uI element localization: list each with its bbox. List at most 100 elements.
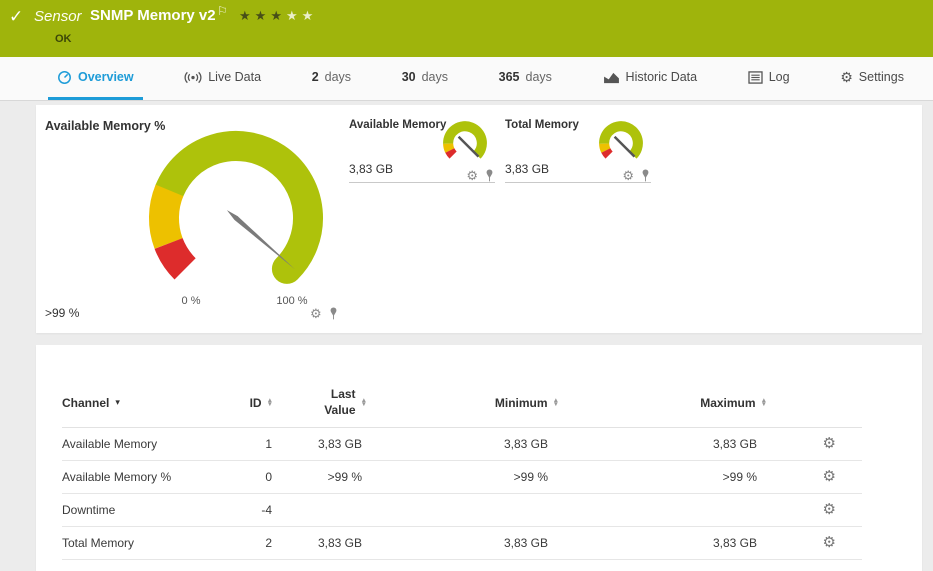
star-icon[interactable]: ★: [302, 8, 318, 23]
tab-365-days[interactable]: 365 days: [490, 57, 561, 100]
star-icon[interactable]: ★: [270, 8, 286, 23]
tab-log[interactable]: Log: [739, 57, 799, 100]
table-row: Total Memory 2 3,83 GB 3,83 GB 3,83 GB ⚙: [62, 526, 862, 559]
area-chart-icon: [603, 71, 620, 84]
tab-label: Historic Data: [626, 70, 698, 84]
channel-id: 1: [230, 427, 277, 460]
tab-30-days[interactable]: 30 days: [393, 57, 457, 100]
column-header-channel[interactable]: Channel: [62, 396, 109, 410]
tab-label: days: [325, 70, 351, 84]
caret-down-icon[interactable]: ▾: [115, 397, 120, 408]
tab-settings[interactable]: ⚙ Settings: [831, 57, 913, 100]
gauges-panel: Available Memory % 0 % 100 % >99 % ⚙ Ava…: [36, 105, 922, 333]
channel-minimum: 3,83 GB: [367, 427, 559, 460]
mini-gauge: [438, 115, 492, 169]
tab-2-days[interactable]: 2 days: [303, 57, 360, 100]
channel-last-value: >99 %: [277, 460, 367, 493]
channel-settings-icon[interactable]: ⚙: [823, 501, 836, 518]
channel-minimum: 3,83 GB: [367, 526, 559, 559]
status-check-icon: ✓: [9, 7, 23, 27]
channel-maximum: >99 %: [559, 460, 767, 493]
star-icon[interactable]: ★: [255, 8, 271, 23]
sensor-title: SNMP Memory v2: [90, 7, 216, 24]
log-list-icon: [748, 71, 763, 84]
column-header-id[interactable]: ID: [250, 396, 262, 410]
prtg-sensor-page: ✓ Sensor SNMP Memory v2 ⚐ ★★★★★ OK Overv…: [0, 0, 933, 571]
mini-gauge: [594, 115, 648, 169]
channel-settings-icon[interactable]: ⚙: [823, 435, 836, 452]
sort-icon[interactable]: ▲▼: [761, 399, 767, 407]
column-header-maximum[interactable]: Maximum: [700, 396, 755, 410]
main-gauge-actions: ⚙: [310, 307, 339, 320]
channel-last-value: 3,83 GB: [277, 427, 367, 460]
channel-minimum: >99 %: [367, 460, 559, 493]
sensor-header: ✓ Sensor SNMP Memory v2 ⚐ ★★★★★ OK: [0, 0, 933, 57]
column-header-last-value[interactable]: Last Value: [310, 387, 356, 418]
channel-name: Total Memory: [62, 526, 230, 559]
star-icon[interactable]: ★: [239, 8, 255, 23]
channel-id: 2: [230, 526, 277, 559]
mini-gauge-actions: ⚙: [466, 169, 495, 182]
channel-settings-icon[interactable]: ⚙: [823, 534, 836, 551]
tab-label: days: [526, 70, 552, 84]
table-row: Available Memory 1 3,83 GB 3,83 GB 3,83 …: [62, 427, 862, 460]
mini-gauge-value: 3,83 GB: [505, 162, 549, 176]
pin-icon[interactable]: [484, 169, 495, 182]
object-kind-label: Sensor: [34, 8, 82, 25]
channel-maximum: [559, 493, 767, 526]
star-icon[interactable]: ★: [286, 8, 302, 23]
main-gauge-min-label: 0 %: [169, 295, 213, 307]
mini-gauge-title: Available Memory: [349, 119, 446, 131]
tab-number: 2: [312, 70, 319, 84]
tab-number: 365: [499, 70, 520, 84]
mini-gauge-value: 3,83 GB: [349, 162, 393, 176]
tab-label: Live Data: [208, 70, 261, 84]
mini-gauge-available-memory: Available Memory 3,83 GB ⚙: [349, 115, 495, 183]
channel-maximum: 3,83 GB: [559, 526, 767, 559]
sort-icon[interactable]: ▲▼: [267, 399, 273, 407]
channels-table: Channel ▾ ID ▲▼ Last Value ▲▼ Minimum ▲▼ Max…: [62, 379, 862, 560]
mini-gauge-title: Total Memory: [505, 119, 579, 131]
gear-icon: ⚙: [840, 70, 853, 84]
channel-id: -4: [230, 493, 277, 526]
tab-bar: Overview Live Data 2 days 30 days 365 da…: [0, 57, 933, 101]
channel-name: Available Memory %: [62, 460, 230, 493]
tab-live-data[interactable]: Live Data: [175, 57, 270, 100]
sort-icon[interactable]: ▲▼: [553, 399, 559, 407]
channel-maximum: 3,83 GB: [559, 427, 767, 460]
column-header-minimum[interactable]: Minimum: [495, 396, 548, 410]
tab-label: Settings: [859, 70, 904, 84]
channel-id: 0: [230, 460, 277, 493]
table-row: Available Memory % 0 >99 % >99 % >99 % ⚙: [62, 460, 862, 493]
priority-stars[interactable]: ★★★★★: [239, 8, 317, 24]
channel-name: Available Memory: [62, 427, 230, 460]
gear-icon[interactable]: ⚙: [310, 307, 322, 320]
tab-historic-data[interactable]: Historic Data: [594, 57, 707, 100]
sort-icon[interactable]: ▲▼: [361, 399, 367, 407]
tab-label: days: [422, 70, 448, 84]
broadcast-icon: [184, 70, 202, 85]
mini-gauge-total-memory: Total Memory 3,83 GB ⚙: [505, 115, 651, 183]
table-header-row: Channel ▾ ID ▲▼ Last Value ▲▼ Minimum ▲▼ Max…: [62, 379, 862, 427]
channel-minimum: [367, 493, 559, 526]
tab-overview[interactable]: Overview: [48, 57, 143, 100]
mini-gauge-actions: ⚙: [622, 169, 651, 182]
main-gauge-value: >99 %: [45, 306, 79, 320]
tab-number: 30: [402, 70, 416, 84]
channel-last-value: [277, 493, 367, 526]
gear-icon[interactable]: ⚙: [466, 169, 478, 182]
gauge-icon: [57, 70, 72, 85]
channel-last-value: 3,83 GB: [277, 526, 367, 559]
channel-settings-icon[interactable]: ⚙: [823, 468, 836, 485]
tab-label: Log: [769, 70, 790, 84]
channels-panel: Channel ▾ ID ▲▼ Last Value ▲▼ Minimum ▲▼ Max…: [36, 345, 922, 571]
channel-name: Downtime: [62, 493, 230, 526]
flag-icon[interactable]: ⚐: [217, 4, 228, 18]
pin-icon[interactable]: [328, 307, 339, 320]
gear-icon[interactable]: ⚙: [622, 169, 634, 182]
pin-icon[interactable]: [640, 169, 651, 182]
tab-label: Overview: [78, 70, 134, 84]
main-gauge: [136, 113, 336, 303]
table-row: Downtime -4 ⚙: [62, 493, 862, 526]
sensor-status-badge: OK: [55, 33, 72, 45]
